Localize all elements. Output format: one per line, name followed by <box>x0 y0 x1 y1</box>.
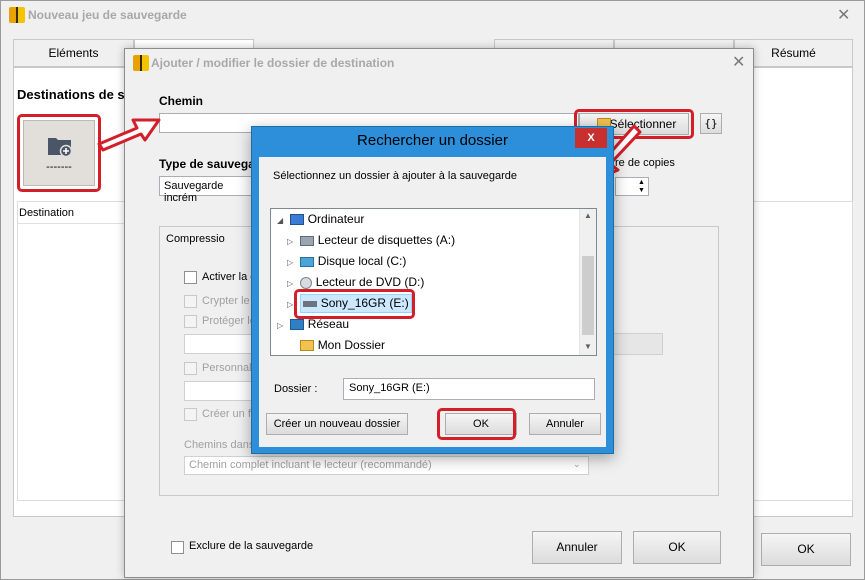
disabled-button[interactable] <box>613 333 663 355</box>
activer-label: Activer la c <box>202 271 256 283</box>
type-sauvegarde-select[interactable]: Sauvegarde incrém <box>159 176 259 204</box>
chevron-down-icon: ⌄ <box>573 459 581 469</box>
tree-item-floppy[interactable]: ▷ Lecteur de disquettes (A:) <box>287 230 455 251</box>
computer-icon <box>290 214 305 226</box>
proteger-label: Protéger le <box>202 315 256 327</box>
network-icon <box>290 319 305 331</box>
dvd-drive-icon <box>300 276 313 289</box>
main-ok-button[interactable]: OK <box>761 533 851 566</box>
dossier-input[interactable]: Sony_16GR (E:) <box>343 378 595 400</box>
chemins-label: Chemins dans <box>184 439 255 451</box>
tree-collapsed-icon[interactable]: ▷ <box>287 231 297 252</box>
activer-checkbox[interactable] <box>184 271 197 284</box>
tree-item-ordinateur[interactable]: ◢ Ordinateur <box>277 209 364 230</box>
destinations-heading: Destinations de sa <box>17 87 132 102</box>
usb-drive-highlight <box>294 289 415 319</box>
arrow-right-icon <box>97 118 161 152</box>
tab-compression[interactable]: Compressio <box>159 226 259 252</box>
main-close-icon[interactable]: ✕ <box>837 5 850 24</box>
tree-item-mon-dossier[interactable]: Mon Dossier <box>287 335 386 355</box>
dest-ok-button[interactable]: OK <box>633 531 721 564</box>
tab-elements[interactable]: Eléments <box>13 39 134 67</box>
hard-drive-icon <box>300 256 315 267</box>
scroll-up-icon[interactable]: ▲ <box>584 211 592 220</box>
folder-add-icon <box>48 138 73 157</box>
dest-annuler-button[interactable]: Annuler <box>532 531 622 564</box>
ok-button-highlight <box>437 408 516 440</box>
tree-collapsed-icon[interactable]: ▷ <box>277 315 287 336</box>
crypter-label: Crypter le <box>202 295 250 307</box>
braces-button[interactable]: {} <box>700 113 722 134</box>
tree-collapsed-icon[interactable]: ▷ <box>287 252 297 273</box>
main-titlebar: Nouveau jeu de sauvegarde ✕ <box>1 1 864 29</box>
creer-label: Créer un f <box>202 408 251 420</box>
main-window-title: Nouveau jeu de sauvegarde <box>28 8 187 22</box>
tree-item-disque-c[interactable]: ▷ Disque local (C:) <box>287 251 406 272</box>
folder-tree[interactable]: ◢ Ordinateur ▷ Lecteur de disquettes (A:… <box>270 208 597 356</box>
tree-item-label: Disque local (C:) <box>317 254 407 268</box>
tree-expanded-icon[interactable]: ◢ <box>277 210 287 231</box>
tree-item-label: Ordinateur <box>307 212 365 226</box>
browse-dialog-title: Rechercher un dossier <box>357 132 508 149</box>
crypter-checkbox[interactable] <box>184 295 197 308</box>
type-sauvegarde-label: Type de sauvegar <box>159 157 260 171</box>
dest-button-label: ------- <box>46 161 72 173</box>
dossier-label: Dossier : <box>274 383 318 395</box>
exclure-label: Exclure de la sauvegarde <box>189 540 314 552</box>
tree-item-label: Mon Dossier <box>317 338 386 352</box>
new-folder-button[interactable]: Créer un nouveau dossier <box>266 413 408 435</box>
floppy-drive-icon <box>300 235 315 246</box>
tree-item-label: Lecteur de disquettes (A:) <box>317 233 456 247</box>
dest-dialog-close-icon[interactable]: ✕ <box>732 52 745 71</box>
personnaliser-label: Personnali <box>202 362 254 374</box>
exclure-checkbox[interactable] <box>171 541 184 554</box>
personnaliser-checkbox[interactable] <box>184 362 197 375</box>
creer-checkbox[interactable] <box>184 408 197 421</box>
tree-item-label: Lecteur de DVD (D:) <box>315 275 425 289</box>
chemins-select[interactable]: Chemin complet incluant le lecteur (reco… <box>184 456 589 475</box>
destination-dialog-title: Ajouter / modifier le dossier de destina… <box>151 56 395 70</box>
chemins-select-value: Chemin complet incluant le lecteur (reco… <box>189 459 432 471</box>
add-destination-button[interactable]: ------- <box>23 120 95 186</box>
tree-scrollbar[interactable]: ▲ ▼ <box>579 209 596 355</box>
scrollbar-thumb[interactable] <box>582 256 594 335</box>
scroll-down-icon[interactable]: ▼ <box>584 342 592 351</box>
proteger-checkbox[interactable] <box>184 315 197 328</box>
browse-close-button[interactable]: X <box>575 128 607 148</box>
tree-item-label: Réseau <box>307 317 350 331</box>
dialog-app-icon <box>133 55 149 71</box>
browse-annuler-button[interactable]: Annuler <box>529 413 601 435</box>
folder-icon <box>300 340 315 352</box>
chemin-label: Chemin <box>159 94 204 108</box>
app-logo-icon <box>9 7 25 23</box>
browse-instruction: Sélectionnez un dossier à ajouter à la s… <box>273 170 517 182</box>
